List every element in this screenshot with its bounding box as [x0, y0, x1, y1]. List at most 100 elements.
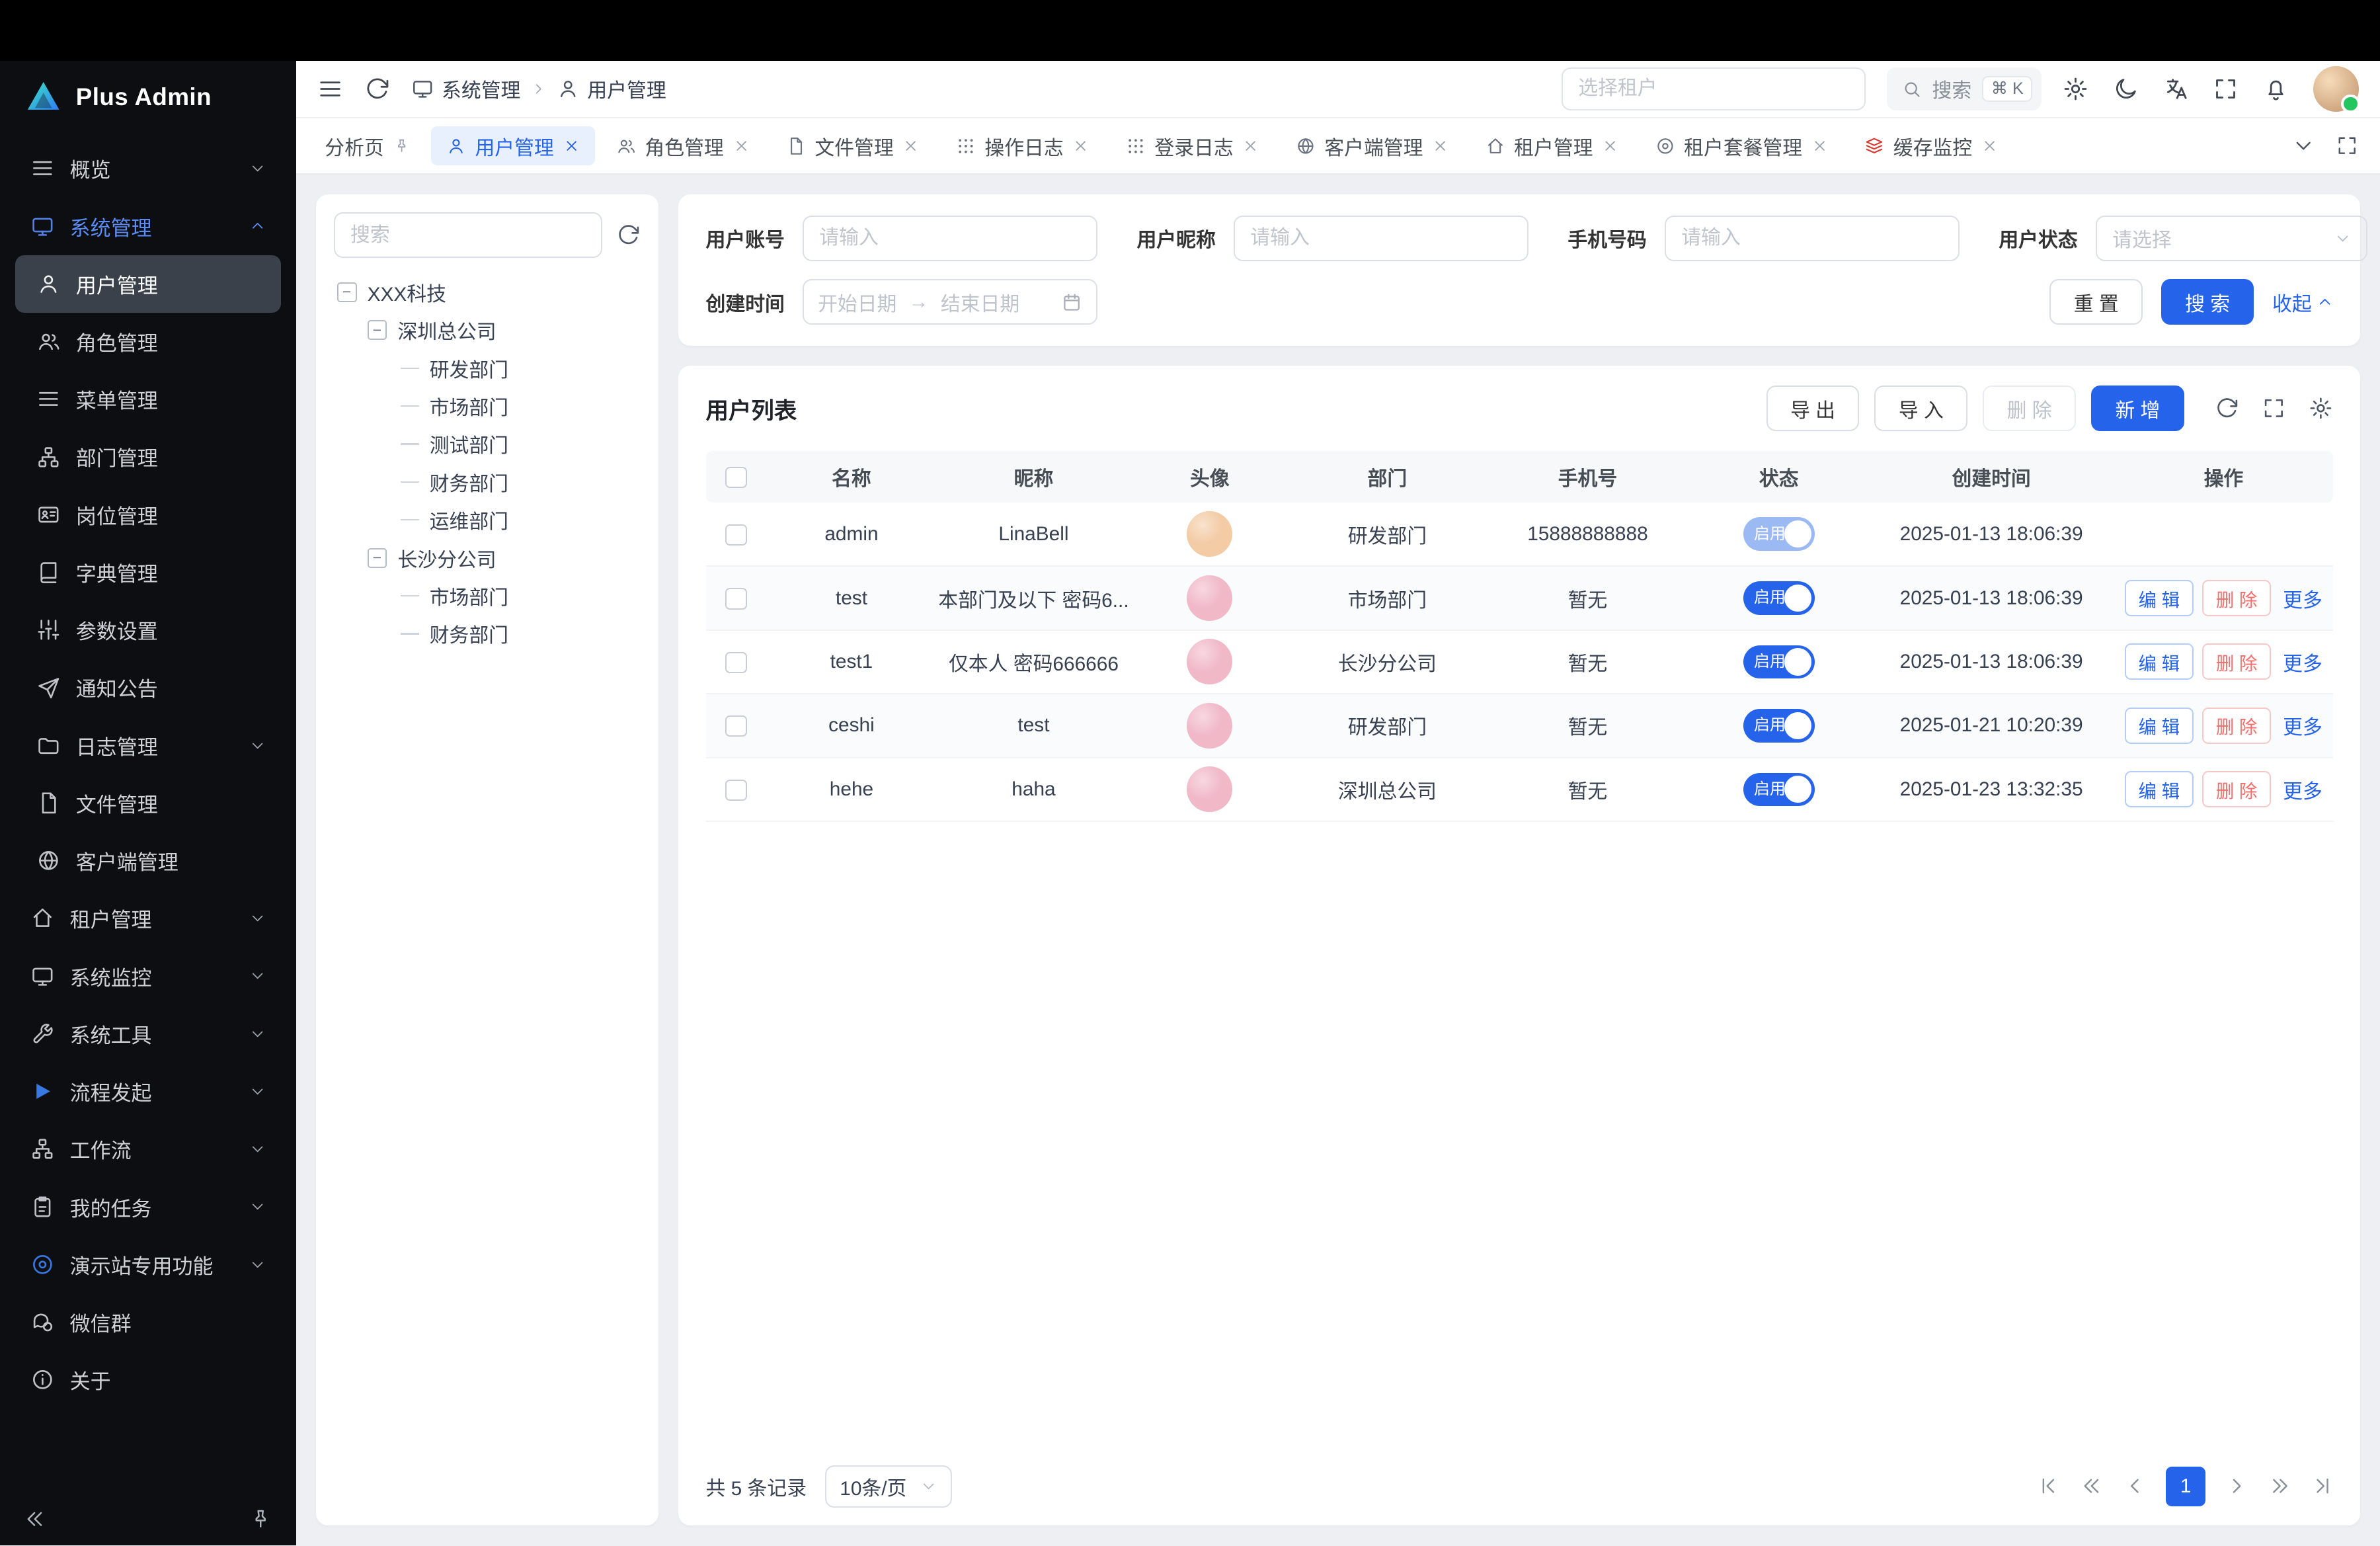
delete-button[interactable]: 删 除	[2202, 643, 2270, 680]
edit-button[interactable]: 编 辑	[2125, 580, 2193, 616]
tree-node-cs-market-dept[interactable]: 市场部门	[334, 577, 641, 614]
tree-node-xxx-tech[interactable]: −XXX科技	[334, 273, 641, 311]
column-header[interactable]: 操作	[2114, 451, 2333, 503]
prev-page-icon[interactable]	[2123, 1475, 2146, 1497]
tabs-actions-icon[interactable]	[2336, 134, 2358, 157]
first-page-icon[interactable]	[2038, 1475, 2061, 1497]
next-page-icon[interactable]	[2225, 1475, 2248, 1497]
column-header[interactable]: 部门	[1289, 451, 1486, 503]
close-icon[interactable]	[1811, 138, 1828, 154]
sidebar-item-workflow[interactable]: 工作流	[15, 1120, 281, 1178]
sidebar-item-system-mgmt[interactable]: 系统管理	[15, 197, 281, 255]
add-button[interactable]: 新 增	[2091, 386, 2184, 431]
sidebar-item-about[interactable]: 关于	[15, 1351, 281, 1408]
tree-node-ops-dept[interactable]: 运维部门	[334, 501, 641, 539]
tab-op-log[interactable]: 操作日志	[941, 126, 1105, 166]
close-icon[interactable]	[1602, 138, 1618, 154]
row-avatar[interactable]	[1187, 703, 1232, 749]
table-fullscreen-icon[interactable]	[2262, 396, 2286, 421]
edit-button[interactable]: 编 辑	[2125, 771, 2193, 807]
search-button[interactable]: 搜 索	[2161, 279, 2254, 325]
delete-button[interactable]: 删 除	[2202, 771, 2270, 807]
sidebar-item-tenant-mgmt[interactable]: 租户管理	[15, 889, 281, 947]
edit-button[interactable]: 编 辑	[2125, 708, 2193, 744]
more-button[interactable]: 更多	[2283, 711, 2322, 740]
collapse-sidebar-icon[interactable]	[24, 1508, 47, 1530]
status-toggle[interactable]: 启用	[1743, 517, 1815, 551]
pin-sidebar-icon[interactable]	[249, 1508, 272, 1530]
reset-button[interactable]: 重 置	[2049, 279, 2143, 325]
pin-icon[interactable]	[393, 138, 410, 154]
delete-button[interactable]: 删 除	[2202, 580, 2270, 616]
column-header[interactable]: 手机号	[1486, 451, 1690, 503]
export-button[interactable]: 导 出	[1766, 386, 1860, 431]
breadcrumb-item-system[interactable]: 系统管理	[411, 74, 520, 103]
edit-button[interactable]: 编 辑	[2125, 643, 2193, 680]
row-checkbox[interactable]	[725, 588, 746, 609]
notifications-bell-icon[interactable]	[2263, 76, 2289, 102]
row-avatar[interactable]	[1187, 766, 1232, 812]
close-icon[interactable]	[1981, 138, 1998, 154]
phone-number-input[interactable]	[1665, 216, 1959, 261]
more-button[interactable]: 更多	[2283, 647, 2322, 676]
gear-icon[interactable]	[2063, 76, 2088, 102]
fullscreen-icon[interactable]	[2213, 76, 2239, 102]
app-logo-row[interactable]: Plus Admin	[0, 63, 296, 130]
tree-node-changsha-branch[interactable]: −长沙分公司	[334, 539, 641, 577]
sidebar-item-param-settings[interactable]: 参数设置	[15, 601, 281, 659]
tab-analysis[interactable]: 分析页	[309, 126, 424, 166]
close-icon[interactable]	[733, 138, 750, 154]
jump-forward-icon[interactable]	[2268, 1475, 2290, 1497]
row-checkbox[interactable]	[725, 652, 746, 673]
tree-node-rd-dept[interactable]: 研发部门	[334, 349, 641, 387]
user-status-select[interactable]: 请选择	[2096, 216, 2367, 261]
tree-collapse-icon[interactable]: −	[337, 282, 357, 302]
row-avatar[interactable]	[1187, 639, 1232, 684]
global-search-button[interactable]: 搜索 ⌘ K	[1887, 67, 2042, 110]
column-header[interactable]: 昵称	[937, 451, 1131, 503]
tree-collapse-icon[interactable]: −	[368, 320, 387, 340]
sidebar-item-post-mgmt[interactable]: 岗位管理	[15, 486, 281, 544]
close-icon[interactable]	[1072, 138, 1089, 154]
sidebar-item-my-tasks[interactable]: 我的任务	[15, 1178, 281, 1235]
dark-mode-moon-icon[interactable]	[2113, 76, 2139, 102]
status-toggle[interactable]: 启用	[1743, 581, 1815, 615]
table-refresh-icon[interactable]	[2215, 396, 2239, 421]
refresh-page-icon[interactable]	[364, 76, 390, 102]
sidebar-item-menu-mgmt[interactable]: 菜单管理	[15, 370, 281, 428]
sidebar-item-role-mgmt[interactable]: 角色管理	[15, 313, 281, 370]
date-range-input[interactable]: 开始日期 → 结束日期	[803, 279, 1097, 325]
sidebar-item-sys-monitor[interactable]: 系统监控	[15, 947, 281, 1004]
sidebar-item-client-mgmt[interactable]: 客户端管理	[15, 832, 281, 889]
tab-cache-monitor[interactable]: 缓存监控	[1849, 126, 2013, 166]
more-button[interactable]: 更多	[2283, 775, 2322, 804]
sidebar-item-dict-mgmt[interactable]: 字典管理	[15, 544, 281, 601]
delete-button[interactable]: 删 除	[2202, 708, 2270, 744]
tree-search-input[interactable]	[334, 212, 602, 258]
sidebar-item-dept-mgmt[interactable]: 部门管理	[15, 428, 281, 485]
select-all-checkbox[interactable]	[725, 467, 746, 488]
sidebar-item-overview[interactable]: 概览	[15, 140, 281, 197]
more-button[interactable]: 更多	[2283, 584, 2322, 613]
close-icon[interactable]	[1432, 138, 1448, 154]
user-account-input[interactable]	[803, 216, 1097, 261]
sidebar-item-flow-start[interactable]: 流程发起	[15, 1063, 281, 1120]
column-header[interactable]: 创建时间	[1868, 451, 2114, 503]
hamburger-menu-icon[interactable]	[317, 76, 343, 102]
close-icon[interactable]	[563, 138, 580, 154]
tree-node-finance-dept[interactable]: 财务部门	[334, 463, 641, 501]
tree-node-cs-finance-dept[interactable]: 财务部门	[334, 615, 641, 653]
status-toggle[interactable]: 启用	[1743, 773, 1815, 807]
tree-refresh-icon[interactable]	[616, 223, 641, 247]
status-toggle[interactable]: 启用	[1743, 709, 1815, 743]
sidebar-item-demo-features[interactable]: 演示站专用功能	[15, 1236, 281, 1293]
tab-role-mgmt[interactable]: 角色管理	[601, 126, 765, 166]
sidebar-item-log-mgmt[interactable]: 日志管理	[15, 717, 281, 774]
row-checkbox[interactable]	[725, 524, 746, 546]
sidebar-item-user-mgmt[interactable]: 用户管理	[15, 255, 281, 313]
import-button[interactable]: 导 入	[1874, 386, 1967, 431]
user-avatar[interactable]	[2313, 66, 2359, 112]
tree-node-test-dept[interactable]: 测试部门	[334, 425, 641, 463]
status-toggle[interactable]: 启用	[1743, 645, 1815, 679]
column-header[interactable]: 状态	[1689, 451, 1868, 503]
